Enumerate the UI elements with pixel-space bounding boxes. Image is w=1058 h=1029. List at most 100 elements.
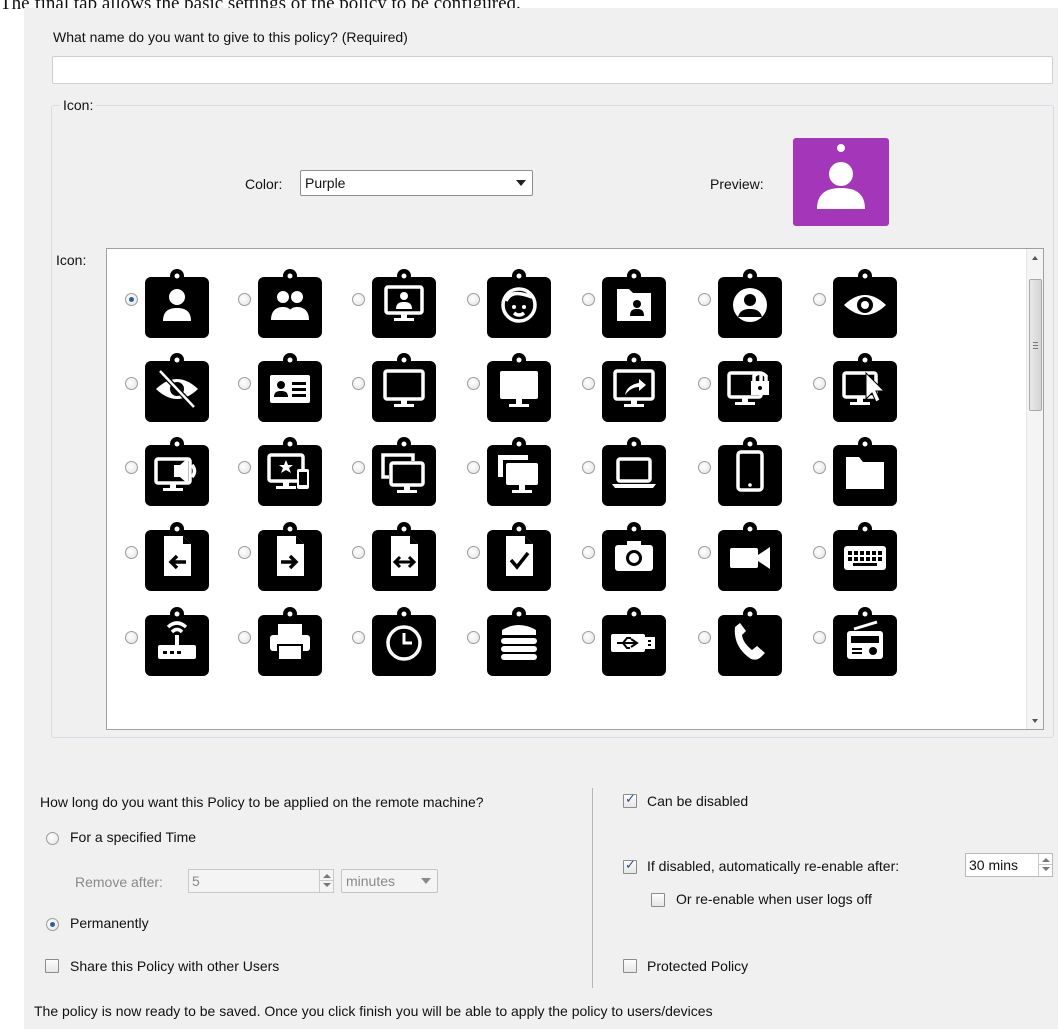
icon-option[interactable]: [352, 261, 462, 341]
icon-option-tile[interactable]: [257, 351, 323, 423]
icon-option-tile[interactable]: [601, 351, 667, 423]
icon-option-radio[interactable]: [582, 377, 595, 390]
icon-option-radio[interactable]: [582, 631, 595, 644]
icon-option-radio[interactable]: [582, 293, 595, 306]
icon-option-tile[interactable]: [486, 267, 552, 339]
icon-option[interactable]: [582, 599, 692, 679]
icon-option[interactable]: [813, 261, 923, 341]
icon-option-tile[interactable]: [601, 605, 667, 677]
icon-option-tile[interactable]: [832, 520, 898, 592]
icon-option-radio[interactable]: [352, 461, 365, 474]
icon-option-tile[interactable]: [832, 267, 898, 339]
protected-policy-checkbox[interactable]: [623, 959, 637, 973]
icon-option[interactable]: [582, 429, 692, 509]
icon-option[interactable]: [582, 514, 692, 594]
icon-option-tile[interactable]: [717, 351, 783, 423]
icon-option-tile[interactable]: [257, 435, 323, 507]
icon-option-radio[interactable]: [698, 293, 711, 306]
icon-option-radio[interactable]: [125, 293, 138, 306]
icon-option-tile[interactable]: [486, 351, 552, 423]
can-be-disabled-checkbox[interactable]: [623, 792, 637, 808]
icon-option-tile[interactable]: [832, 435, 898, 507]
icon-option-radio[interactable]: [125, 546, 138, 559]
remove-after-spinner[interactable]: [319, 870, 333, 892]
icon-option-tile[interactable]: [144, 351, 210, 423]
icon-option[interactable]: [698, 345, 808, 425]
icon-option[interactable]: [125, 599, 235, 679]
icon-option-radio[interactable]: [813, 461, 826, 474]
remove-after-input[interactable]: 5: [188, 869, 334, 893]
reenable-duration-spinner[interactable]: [1038, 854, 1052, 876]
icon-option-tile[interactable]: [144, 605, 210, 677]
icon-option-tile[interactable]: [601, 520, 667, 592]
icon-option[interactable]: [238, 514, 348, 594]
icon-option-radio[interactable]: [125, 377, 138, 390]
icon-option-tile[interactable]: [371, 435, 437, 507]
icon-option-tile[interactable]: [371, 351, 437, 423]
icon-option[interactable]: [582, 261, 692, 341]
icon-option-radio[interactable]: [467, 377, 480, 390]
icon-option[interactable]: [125, 429, 235, 509]
icon-option[interactable]: [698, 599, 808, 679]
icon-option[interactable]: [125, 261, 235, 341]
icon-option-radio[interactable]: [238, 461, 251, 474]
icon-option-tile[interactable]: [144, 435, 210, 507]
icon-option[interactable]: [352, 514, 462, 594]
icon-option[interactable]: [582, 345, 692, 425]
icon-option[interactable]: [698, 429, 808, 509]
icon-option-tile[interactable]: [486, 520, 552, 592]
share-policy-checkbox[interactable]: [45, 959, 59, 973]
icon-option-tile[interactable]: [144, 267, 210, 339]
icon-option[interactable]: [813, 599, 923, 679]
icon-option-tile[interactable]: [486, 435, 552, 507]
icon-option-radio[interactable]: [125, 461, 138, 474]
icon-option-tile[interactable]: [371, 520, 437, 592]
icon-option[interactable]: [238, 261, 348, 341]
icon-option-tile[interactable]: [144, 520, 210, 592]
icon-option-tile[interactable]: [601, 435, 667, 507]
icon-option-tile[interactable]: [257, 520, 323, 592]
icon-option[interactable]: [467, 599, 577, 679]
icon-option-radio[interactable]: [582, 461, 595, 474]
icon-option-radio[interactable]: [352, 293, 365, 306]
icon-option[interactable]: [467, 429, 577, 509]
icon-option-radio[interactable]: [467, 546, 480, 559]
icon-option-radio[interactable]: [813, 377, 826, 390]
policy-name-input[interactable]: [52, 56, 1053, 84]
icon-option-radio[interactable]: [125, 631, 138, 644]
icon-option-radio[interactable]: [467, 293, 480, 306]
icon-option[interactable]: [813, 429, 923, 509]
scroll-down-icon[interactable]: [1027, 712, 1043, 729]
icon-option-radio[interactable]: [238, 631, 251, 644]
icon-option[interactable]: [698, 514, 808, 594]
icon-option-radio[interactable]: [467, 461, 480, 474]
icon-option-tile[interactable]: [717, 605, 783, 677]
icon-option[interactable]: [813, 345, 923, 425]
icon-option-tile[interactable]: [832, 351, 898, 423]
specified-time-radio[interactable]: [46, 832, 59, 845]
icon-option-radio[interactable]: [698, 546, 711, 559]
icon-option-radio[interactable]: [698, 377, 711, 390]
permanently-radio[interactable]: [46, 918, 59, 931]
icon-option[interactable]: [813, 514, 923, 594]
icon-option[interactable]: [238, 599, 348, 679]
icon-option-radio[interactable]: [238, 293, 251, 306]
icon-option[interactable]: [467, 345, 577, 425]
icon-option-tile[interactable]: [717, 435, 783, 507]
scroll-up-icon[interactable]: [1027, 249, 1043, 266]
icon-option-tile[interactable]: [257, 605, 323, 677]
reenable-checkbox[interactable]: [623, 858, 637, 874]
icon-option-radio[interactable]: [698, 631, 711, 644]
icon-list-scrollbar[interactable]: [1026, 249, 1043, 729]
icon-option[interactable]: [698, 261, 808, 341]
icon-option-radio[interactable]: [813, 546, 826, 559]
icon-option[interactable]: [467, 514, 577, 594]
icon-option[interactable]: [125, 514, 235, 594]
icon-option-tile[interactable]: [486, 605, 552, 677]
unit-select[interactable]: minutes: [341, 869, 438, 893]
icon-option-tile[interactable]: [371, 605, 437, 677]
icon-option-radio[interactable]: [352, 631, 365, 644]
reenable-duration-input[interactable]: 30 mins: [965, 853, 1053, 877]
icon-option[interactable]: [352, 345, 462, 425]
icon-option-tile[interactable]: [257, 267, 323, 339]
